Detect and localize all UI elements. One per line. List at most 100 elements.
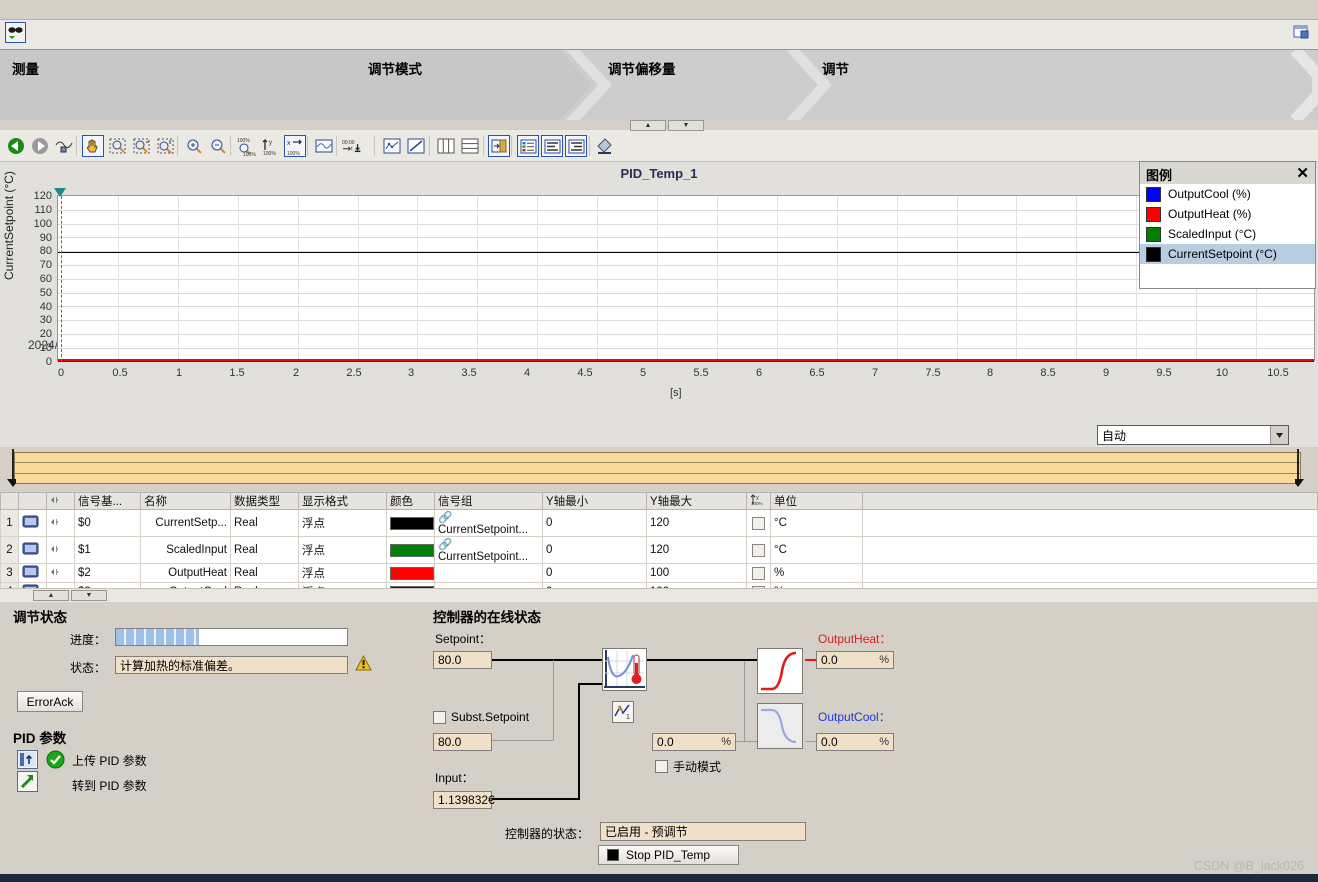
row-color[interactable]	[386, 563, 435, 583]
scale-y-100-button[interactable]: y 100%	[260, 135, 282, 157]
row-visibility-icon[interactable]	[18, 536, 47, 564]
row-color[interactable]	[386, 536, 435, 564]
signal-cursor-icon[interactable]	[53, 135, 75, 157]
row-group-label: CurrentSetpoint...	[438, 551, 529, 563]
align-right-icon[interactable]	[565, 135, 587, 157]
row-autoscale-checkbox[interactable]	[746, 509, 771, 537]
overview-range-bar[interactable]	[14, 452, 1301, 484]
zoom-x-button[interactable]	[130, 135, 152, 157]
col-signal-base[interactable]: 信号基...	[74, 492, 141, 510]
zoom-area-button[interactable]	[106, 135, 128, 157]
forward-button[interactable]	[29, 135, 51, 157]
chart-cursor-line[interactable]	[61, 196, 62, 362]
monitor-icon	[22, 542, 39, 555]
upload-pid-label[interactable]: 上传 PID 参数	[72, 752, 147, 769]
chart-scroll-down-button[interactable]: ▼	[668, 120, 704, 131]
col-y-max[interactable]: Y轴最大	[646, 492, 747, 510]
col-autoscale[interactable]: y 100%	[746, 492, 771, 510]
col-display-format[interactable]: 显示格式	[298, 492, 387, 510]
manual-mode-checkbox-row[interactable]: 手动模式	[655, 758, 721, 775]
legend-item-output-cool[interactable]: OutputCool (%)	[1140, 184, 1315, 204]
x-tick-4.5: 4.5	[577, 367, 593, 379]
back-button[interactable]	[5, 135, 27, 157]
col-name[interactable]: 名称	[140, 492, 231, 510]
cool-curve-icon[interactable]	[757, 703, 803, 749]
chart-cursor-handle[interactable]	[54, 188, 66, 197]
table-row[interactable]: 2 $1 ScaledInput Real 浮点 🔗 CurrentSetpoi…	[0, 536, 1318, 564]
row-y-min[interactable]: 0	[542, 563, 647, 583]
legend-list-icon[interactable]	[517, 135, 539, 157]
input-field[interactable]: 1.139832€	[433, 791, 495, 809]
table-scroll-down-button[interactable]: ▼	[71, 590, 107, 601]
subst-setpoint-checkbox[interactable]	[433, 710, 446, 724]
table-scrollbar[interactable]: ▲ ▼	[0, 588, 1318, 602]
row-y-max[interactable]: 100	[646, 563, 747, 583]
zoom-y-button[interactable]	[154, 135, 176, 157]
time-range-select[interactable]: 自动	[1097, 425, 1289, 445]
monitor-icon	[22, 565, 39, 578]
manual-mode-checkbox[interactable]	[655, 760, 668, 773]
row-visibility-icon[interactable]	[18, 509, 47, 537]
goto-arrow-icon[interactable]	[17, 771, 38, 792]
row-trace-icon[interactable]	[46, 509, 75, 537]
zoom-100-button[interactable]: 100% 100%	[236, 135, 258, 157]
chart-overview-strip[interactable]	[0, 449, 1318, 489]
error-signal-icon[interactable]: 1	[612, 701, 634, 723]
setpoint-field[interactable]: 80.0	[433, 651, 492, 669]
align-left-icon[interactable]	[541, 135, 563, 157]
legend-item-current-setpoint[interactable]: CurrentSetpoint (°C)	[1140, 244, 1315, 264]
zoom-out-button[interactable]	[207, 135, 229, 157]
svg-text:100%: 100%	[751, 501, 763, 506]
columns-icon[interactable]	[435, 135, 457, 157]
pid-thermometer-icon[interactable]	[602, 648, 647, 691]
row-trace-icon[interactable]	[46, 536, 75, 564]
legend-item-output-heat[interactable]: OutputHeat (%)	[1140, 204, 1315, 224]
window-restore-icon[interactable]	[1293, 24, 1311, 41]
col-color[interactable]: 颜色	[386, 492, 435, 510]
error-ack-button[interactable]: ErrorAck	[17, 691, 83, 712]
clock-download-icon[interactable]: 00:00 t	[342, 135, 364, 157]
time-range-dropdown-arrow[interactable]	[1270, 426, 1288, 444]
glasses-icon[interactable]	[5, 22, 26, 43]
col-visibility	[18, 492, 47, 510]
col-signal-group[interactable]: 信号组	[434, 492, 543, 510]
chart-scroll-up-button[interactable]: ▲	[630, 120, 666, 131]
line-chart-icon[interactable]	[381, 135, 403, 157]
row-y-min[interactable]: 0	[542, 536, 647, 564]
overview-left-handle[interactable]	[2, 449, 16, 489]
legend-item-scaled-input[interactable]: ScaledInput (°C)	[1140, 224, 1315, 244]
heat-curve-icon[interactable]	[757, 648, 803, 694]
stop-pid-button[interactable]: Stop PID_Temp	[598, 845, 739, 865]
wave-icon[interactable]	[313, 135, 335, 157]
scale-x-100-button[interactable]: x 100%	[284, 135, 306, 157]
table-row[interactable]: 3 $2 OutputHeat Real 浮点 0 100 %	[0, 563, 1318, 583]
row-color[interactable]	[386, 509, 435, 537]
row-y-max[interactable]: 120	[646, 509, 747, 537]
row-visibility-icon[interactable]	[18, 563, 47, 583]
overview-right-handle[interactable]	[1295, 449, 1309, 489]
col-unit[interactable]: 单位	[770, 492, 863, 510]
row-trace-icon[interactable]	[46, 563, 75, 583]
row-y-max[interactable]: 120	[646, 536, 747, 564]
subst-setpoint-checkbox-row[interactable]: Subst.Setpoint	[433, 710, 529, 724]
rows-icon[interactable]	[459, 135, 481, 157]
row-y-min[interactable]: 0	[542, 509, 647, 537]
svg-text:100%: 100%	[287, 151, 300, 156]
col-data-type[interactable]: 数据类型	[230, 492, 299, 510]
printer-icon[interactable]	[594, 135, 616, 157]
table-row[interactable]: 1 $0 CurrentSetp... Real 浮点 🔗 CurrentSet…	[0, 509, 1318, 537]
table-scroll-up-button[interactable]: ▲	[33, 590, 69, 601]
zoom-in-button[interactable]	[183, 135, 205, 157]
dock-right-icon[interactable]	[488, 135, 510, 157]
manual-value-field[interactable]: 0.0 %	[652, 733, 736, 751]
subst-setpoint-field[interactable]: 80.0	[433, 733, 492, 751]
goto-pid-label[interactable]: 转到 PID 参数	[72, 777, 147, 794]
upload-pid-icon[interactable]	[17, 750, 38, 769]
row-autoscale-checkbox[interactable]	[746, 536, 771, 564]
close-icon[interactable]: ✕	[1296, 164, 1309, 182]
row-autoscale-checkbox[interactable]	[746, 563, 771, 583]
diagonal-line-icon[interactable]	[405, 135, 427, 157]
pan-button[interactable]	[82, 135, 104, 157]
col-y-min[interactable]: Y轴最小	[542, 492, 647, 510]
chart-plot-area[interactable]	[57, 195, 1315, 362]
